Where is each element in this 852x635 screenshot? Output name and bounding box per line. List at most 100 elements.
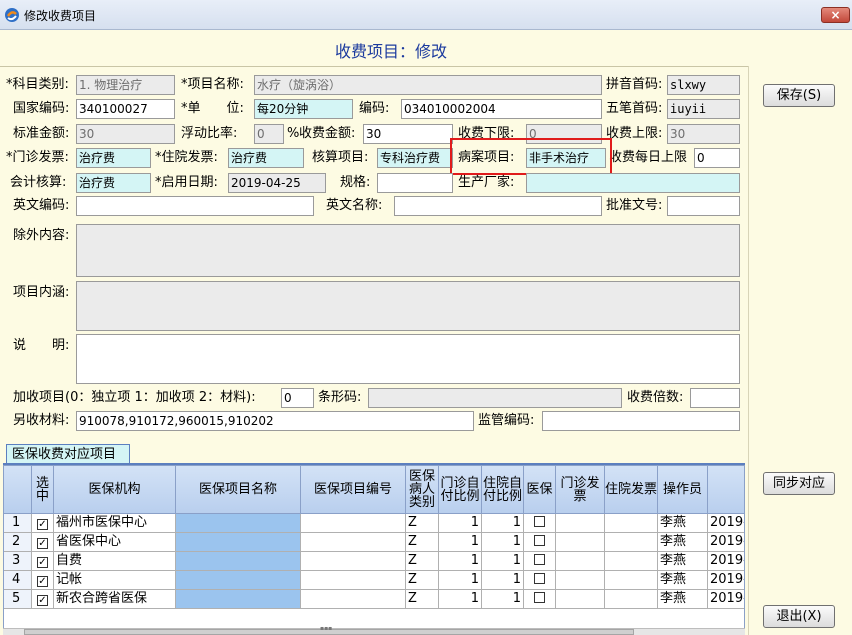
cell-patient-category: Z: [406, 571, 439, 590]
cell-patient-category: Z: [406, 533, 439, 552]
col-header-inpatient-ratio[interactable]: 住院自付比例: [482, 466, 524, 514]
fee-multiple-field[interactable]: [690, 388, 740, 408]
col-header-outpatient-ratio[interactable]: 门诊自付比例: [439, 466, 482, 514]
select-checkbox[interactable]: ✓: [32, 514, 54, 533]
english-name-field[interactable]: [394, 196, 602, 216]
accounting-field[interactable]: 治疗费: [76, 173, 151, 193]
cell-org: 记帐: [54, 571, 176, 590]
cell-org: 自费: [54, 552, 176, 571]
code-field[interactable]: 034010002004: [401, 99, 602, 119]
manufacturer-field[interactable]: [526, 173, 740, 193]
approval-no-label: 批准文号:: [606, 198, 663, 213]
exclusions-textarea[interactable]: [76, 224, 740, 277]
supervision-code-field[interactable]: [542, 411, 740, 431]
fee-amount-label: 收费金额:: [299, 126, 356, 141]
cell-item-name: [176, 590, 301, 609]
col-header-date[interactable]: [708, 466, 744, 514]
unchecked-icon[interactable]: [534, 554, 545, 565]
save-button[interactable]: 保存(S): [763, 84, 835, 107]
outpatient-invoice-label: *门诊发票:: [6, 150, 69, 165]
col-header-item-name[interactable]: 医保项目名称: [176, 466, 301, 514]
audit-item-label: 核算项目:: [312, 150, 369, 165]
fee-amount-field[interactable]: 30: [363, 124, 453, 144]
connotation-textarea[interactable]: [76, 281, 740, 331]
close-button[interactable]: ×: [821, 7, 850, 23]
col-header-patient-category[interactable]: 医保病人类别: [406, 466, 439, 514]
grid-corner: [4, 466, 32, 514]
barcode-field[interactable]: [368, 388, 622, 408]
row-number: 1: [4, 514, 32, 533]
national-code-field[interactable]: 340100027: [76, 99, 175, 119]
insurance-checkbox[interactable]: [524, 514, 556, 533]
extra-material-field[interactable]: 910078,910172,960015,910202: [76, 411, 474, 431]
exclusions-label: 除外内容:: [13, 228, 70, 243]
outpatient-invoice-field[interactable]: 治疗费: [76, 148, 151, 168]
form-heading: 收费项目：修改: [334, 42, 447, 61]
std-amount-label: 标准金额:: [13, 126, 70, 141]
select-checkbox[interactable]: ✓: [32, 533, 54, 552]
select-checkbox[interactable]: ✓: [32, 571, 54, 590]
row-number: 5: [4, 590, 32, 609]
scrollbar-thumb[interactable]: ▪▪▪: [24, 625, 634, 635]
approval-no-field[interactable]: [667, 196, 740, 216]
checked-icon[interactable]: ✓: [37, 595, 48, 606]
insurance-checkbox[interactable]: [524, 590, 556, 609]
add-item-label: 加收项目(0：独立项 1：加收项 2：材料):: [13, 390, 256, 405]
checked-icon[interactable]: ✓: [37, 576, 48, 587]
audit-item-field[interactable]: 专科治疗费: [377, 148, 453, 168]
category-label: *科目类别:: [6, 77, 69, 92]
col-header-operator[interactable]: 操作员: [658, 466, 708, 514]
spec-label: 规格:: [340, 175, 371, 190]
category-select[interactable]: 1. 物理治疗: [76, 75, 175, 95]
enable-date-field[interactable]: 2019-04-25: [228, 173, 326, 193]
pinyin-label: 拼音首码:: [606, 77, 663, 92]
cell-inpatient-invoice: [605, 590, 658, 609]
fee-upper-field[interactable]: 30: [667, 124, 740, 144]
inpatient-invoice-field[interactable]: 治疗费: [228, 148, 304, 168]
unchecked-icon[interactable]: [534, 516, 545, 527]
float-ratio-field[interactable]: 0: [254, 124, 284, 144]
cell-outpatient-invoice: [556, 571, 605, 590]
add-item-field[interactable]: 0: [281, 388, 314, 408]
exit-button[interactable]: 退出(X): [763, 605, 835, 628]
pinyin-field[interactable]: slxwy: [667, 75, 740, 95]
checked-icon[interactable]: ✓: [37, 557, 48, 568]
note-textarea[interactable]: [76, 334, 740, 384]
sync-button[interactable]: 同步对应: [763, 472, 835, 495]
insurance-checkbox[interactable]: [524, 533, 556, 552]
spec-field[interactable]: [377, 173, 453, 193]
insurance-checkbox[interactable]: [524, 552, 556, 571]
col-header-item-code[interactable]: 医保项目编号: [301, 466, 406, 514]
cell-item-name: [176, 533, 301, 552]
col-header-inpatient-invoice[interactable]: 住院发票: [605, 466, 658, 514]
select-checkbox[interactable]: ✓: [32, 590, 54, 609]
select-checkbox[interactable]: ✓: [32, 552, 54, 571]
cell-item-code: [301, 533, 406, 552]
unchecked-icon[interactable]: [534, 592, 545, 603]
std-amount-field[interactable]: 30: [76, 124, 175, 144]
code-label: 编码:: [359, 101, 390, 116]
unchecked-icon[interactable]: [534, 573, 545, 584]
tab-medical-insurance[interactable]: 医保收费对应项目: [6, 444, 130, 464]
unchecked-icon[interactable]: [534, 535, 545, 546]
wubi-field[interactable]: iuyii: [667, 99, 740, 119]
col-header-insurance[interactable]: 医保: [524, 466, 556, 514]
cell-item-name: [176, 514, 301, 533]
checked-icon[interactable]: ✓: [37, 519, 48, 530]
col-header-selected[interactable]: 选中: [32, 466, 54, 514]
col-header-org[interactable]: 医保机构: [54, 466, 176, 514]
cell-inpatient-invoice: [605, 571, 658, 590]
cell-date: 2019-: [708, 590, 744, 609]
col-header-outpatient-invoice[interactable]: 门诊发票: [556, 466, 605, 514]
cell-outpatient-ratio: 1: [439, 590, 482, 609]
cell-date: 2019-: [708, 571, 744, 590]
english-code-label: 英文编码:: [13, 198, 70, 213]
insurance-checkbox[interactable]: [524, 571, 556, 590]
cell-item-name: [176, 552, 301, 571]
english-code-field[interactable]: [76, 196, 314, 216]
checked-icon[interactable]: ✓: [37, 538, 48, 549]
item-name-field[interactable]: 水疗（旋涡浴）: [254, 75, 602, 95]
unit-field[interactable]: 每20分钟: [254, 99, 353, 119]
item-name-label: *项目名称:: [181, 77, 244, 92]
daily-limit-field[interactable]: 0: [694, 148, 740, 168]
